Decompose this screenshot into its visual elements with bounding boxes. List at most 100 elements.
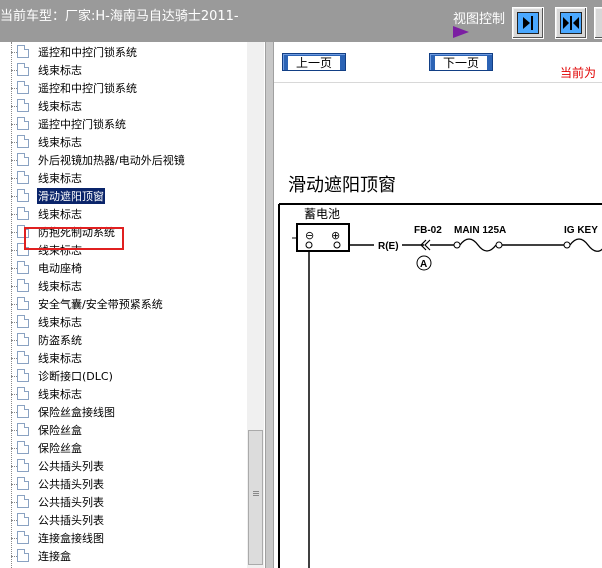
tree-item[interactable]: 防盗系统 (0, 331, 247, 349)
ig-key-label: IG KEY (564, 225, 598, 236)
tree-item[interactable]: 线束标志 (0, 385, 247, 403)
tree-item-label: 外后视镜加热器/电动外后视镜 (38, 154, 185, 167)
document-icon (17, 351, 29, 364)
view-split-button[interactable] (555, 7, 587, 39)
tree-item-label: 公共插头列表 (38, 478, 104, 491)
document-icon (17, 279, 29, 292)
tree-item[interactable]: 保险丝盒接线图 (0, 403, 247, 421)
document-icon (17, 513, 29, 526)
fuse-main-symbol (459, 238, 497, 252)
document-icon (17, 153, 29, 166)
tree-item[interactable]: 连接盒 (0, 547, 247, 565)
tree-item[interactable]: 遥控中控门锁系统 (0, 115, 247, 133)
tree-item[interactable]: 公共插头列表 (0, 475, 247, 493)
next-page-label: 下一页 (434, 56, 487, 70)
document-icon (17, 99, 29, 112)
document-icon (17, 297, 29, 310)
tree-pane: 遥控和中控门锁系统 线束标志 遥控和中控门锁系统 线束标志 遥控中控门锁系统 线束标志 外后… (0, 42, 265, 568)
tree-item-label: 线束标志 (38, 64, 82, 77)
view-expand-right-button[interactable] (512, 7, 544, 39)
wiring-diagram: 滑动遮阳顶窗 蓄电池 ⊖ ⊕ R(E) FB-02 A MAIN 125A IG… (274, 83, 602, 568)
fuse-main-label: MAIN 125A (454, 225, 506, 236)
view-control-arrow-icon[interactable] (453, 26, 469, 38)
highlight-box (24, 227, 124, 250)
tree-item[interactable]: 外后视镜加热器/电动外后视镜 (0, 151, 247, 169)
arrows-inward-icon (560, 12, 582, 34)
prev-page-button[interactable]: 上一页 (282, 53, 346, 71)
tree-item[interactable]: 线束标志 (0, 205, 247, 223)
document-icon (17, 45, 29, 58)
view-button-partial[interactable] (594, 7, 602, 39)
tree-item[interactable]: 线束标志 (0, 349, 247, 367)
document-icon (17, 405, 29, 418)
tree-item[interactable]: 滑动遮阳顶窗 (0, 187, 247, 205)
document-icon (17, 369, 29, 382)
connector-label: FB-02 (414, 225, 442, 236)
tree-item-label: 连接盒 (38, 550, 71, 563)
tree-item[interactable]: 线束标志 (0, 61, 247, 79)
document-icon (17, 189, 29, 202)
tree-item[interactable]: 遥控和中控门锁系统 (0, 79, 247, 97)
document-icon (17, 135, 29, 148)
document-icon (17, 423, 29, 436)
tree-item-label: 滑动遮阳顶窗 (37, 188, 105, 204)
wire-r-e-label: R(E) (378, 241, 399, 252)
tree-scrollbar-thumb[interactable] (248, 430, 263, 565)
tree-item[interactable]: 公共插头列表 (0, 457, 247, 475)
arrow-to-right-bar-icon (517, 12, 539, 34)
tree-item-label: 保险丝盒接线图 (38, 406, 115, 419)
fuse-main-terminal-left (453, 241, 461, 249)
tree-item[interactable]: 遥控和中控门锁系统 (0, 43, 247, 61)
tree-item[interactable]: 线束标志 (0, 277, 247, 295)
tree-item-label: 电动座椅 (38, 262, 82, 275)
tree-item[interactable]: 保险丝盒 (0, 421, 247, 439)
document-icon (17, 315, 29, 328)
tree-item[interactable]: 线束标志 (0, 313, 247, 331)
page-nav-bar: 上一页 下一页 当前为 (274, 42, 602, 83)
ig-key-terminal (563, 241, 571, 249)
document-icon (17, 63, 29, 76)
document-icon (17, 81, 29, 94)
document-icon (17, 333, 29, 346)
next-page-button[interactable]: 下一页 (429, 53, 493, 71)
tree-item-label: 线束标志 (38, 316, 82, 329)
battery-terminal-minus (305, 241, 313, 249)
document-icon (17, 477, 29, 490)
wiring-diagram-svg: 蓄电池 ⊖ ⊕ R(E) FB-02 A MAIN 125A IG KEY (278, 203, 602, 568)
tree-item[interactable]: 连接盒接线图 (0, 529, 247, 547)
tree-item[interactable]: 公共插头列表 (0, 493, 247, 511)
view-control-label: 视图控制 (453, 12, 506, 27)
tree-item-label: 防盗系统 (38, 334, 82, 347)
connector-marker-label: A (420, 259, 427, 270)
tree-item-label: 公共插头列表 (38, 496, 104, 509)
document-icon (17, 549, 29, 562)
tree-item[interactable]: 线束标志 (0, 169, 247, 187)
content-pane: 上一页 下一页 当前为 滑动遮阳顶窗 蓄电池 ⊖ ⊕ R(E) FB-02 A … (274, 42, 602, 568)
tree-item[interactable]: 公共插头列表 (0, 511, 247, 529)
tree-item[interactable]: 诊断接口(DLC) (0, 367, 247, 385)
tree-item-label: 线束标志 (38, 100, 82, 113)
tree-item[interactable]: 线束标志 (0, 97, 247, 115)
tree-item-label: 遥控和中控门锁系统 (38, 46, 137, 59)
top-bar: 当前车型：厂家:H-海南马自达骑士2011- 视图控制 (0, 0, 602, 42)
tree-item-label: 公共插头列表 (38, 514, 104, 527)
tree-item[interactable]: 保险丝盒 (0, 439, 247, 457)
document-icon (17, 171, 29, 184)
tree-item-label: 遥控和中控门锁系统 (38, 82, 137, 95)
current-vehicle-label: 当前车型：厂家:H-海南马自达骑士2011- (0, 9, 239, 24)
tree-item[interactable]: 电动座椅 (0, 259, 247, 277)
tree-item[interactable]: 安全气囊/安全带预紧系统 (0, 295, 247, 313)
battery-minus-icon: ⊖ (305, 229, 314, 242)
ig-key-symbol (569, 238, 602, 252)
tree-item-label: 连接盒接线图 (38, 532, 104, 545)
prev-page-label: 上一页 (287, 56, 340, 70)
pane-splitter[interactable] (265, 42, 274, 568)
tree-item-label: 遥控中控门锁系统 (38, 118, 126, 131)
tree-item[interactable]: 线束标志 (0, 133, 247, 151)
document-icon (17, 495, 29, 508)
current-page-label: 当前为 (560, 66, 597, 80)
document-icon (17, 207, 29, 220)
tree-item-label: 线束标志 (38, 172, 82, 185)
document-icon (17, 531, 29, 544)
document-icon (17, 441, 29, 454)
